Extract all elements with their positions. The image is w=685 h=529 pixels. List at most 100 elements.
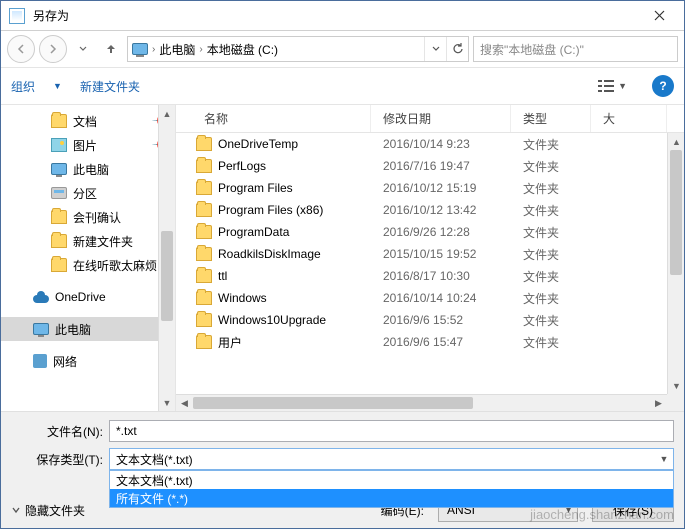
folder-icon xyxy=(196,137,212,151)
col-type[interactable]: 类型 xyxy=(511,105,591,132)
tree-documents[interactable]: 文档📌 xyxy=(1,109,175,133)
tree-pictures[interactable]: 图片📌 xyxy=(1,133,175,157)
close-button[interactable] xyxy=(637,2,682,30)
app-icon xyxy=(9,8,25,24)
table-row[interactable]: PerfLogs2016/7/16 19:47文件夹 xyxy=(176,155,684,177)
window-title: 另存为 xyxy=(33,7,637,24)
col-name[interactable]: 名称 xyxy=(176,105,371,132)
folder-icon xyxy=(51,114,67,128)
table-row[interactable]: Program Files2016/10/12 15:19文件夹 xyxy=(176,177,684,199)
drive-icon xyxy=(51,187,67,199)
table-row[interactable]: Program Files (x86)2016/10/12 13:42文件夹 xyxy=(176,199,684,221)
back-button[interactable] xyxy=(7,35,35,63)
titlebar: 另存为 xyxy=(1,1,684,31)
chevron-down-icon xyxy=(11,505,21,515)
scroll-right-icon[interactable]: ▶ xyxy=(650,395,667,411)
scroll-thumb[interactable] xyxy=(193,397,473,409)
table-row[interactable]: RoadkilsDiskImage2015/10/15 19:52文件夹 xyxy=(176,243,684,265)
scroll-corner xyxy=(667,394,684,411)
scroll-up-icon[interactable]: ▲ xyxy=(668,133,684,150)
crumb-root[interactable]: 此电脑 xyxy=(159,41,195,58)
folder-icon xyxy=(196,225,212,239)
scroll-up-icon[interactable]: ▲ xyxy=(159,105,175,122)
save-as-dialog: 另存为 › 此电脑 › 本地磁盘 (C:) 搜索"本地磁盘 (C:)" 组织 ▼… xyxy=(0,0,685,529)
folder-icon xyxy=(196,269,212,283)
folder-icon xyxy=(196,181,212,195)
navigation-tree: 文档📌 图片📌 此电脑 分区 会刊确认 新建文件夹 在线听歌太麻烦 OneDri… xyxy=(1,105,176,411)
new-folder-button[interactable]: 新建文件夹 xyxy=(80,78,140,95)
file-scrollbar-h[interactable]: ◀ ▶ xyxy=(176,394,667,411)
column-headers: 名称 修改日期 类型 大 xyxy=(176,105,684,133)
pc-icon xyxy=(33,323,49,335)
filetype-option-all[interactable]: 所有文件 (*.*) xyxy=(110,489,673,507)
address-bar: › 此电脑 › 本地磁盘 (C:) 搜索"本地磁盘 (C:)" xyxy=(1,31,684,67)
file-list-pane: 名称 修改日期 类型 大 OneDriveTemp2016/10/14 9:23… xyxy=(176,105,684,411)
filename-label: 文件名(N): xyxy=(11,423,103,440)
table-row[interactable]: 用户2016/9/6 15:47文件夹 xyxy=(176,331,684,353)
folder-icon xyxy=(196,159,212,173)
up-button[interactable] xyxy=(99,37,123,61)
folder-icon xyxy=(196,203,212,217)
scroll-down-icon[interactable]: ▼ xyxy=(159,394,175,411)
breadcrumb[interactable]: › 此电脑 › 本地磁盘 (C:) xyxy=(127,36,469,62)
refresh-button[interactable] xyxy=(446,37,468,61)
address-dropdown[interactable] xyxy=(424,37,446,61)
file-list: OneDriveTemp2016/10/14 9:23文件夹PerfLogs20… xyxy=(176,133,684,411)
view-options[interactable]: ▼ xyxy=(591,77,634,95)
table-row[interactable]: Windows10Upgrade2016/9/6 15:52文件夹 xyxy=(176,309,684,331)
scroll-left-icon[interactable]: ◀ xyxy=(176,395,193,411)
folder-icon xyxy=(51,234,67,248)
organize-dropdown-icon[interactable]: ▼ xyxy=(53,81,62,91)
bottom-panel: 文件名(N): *.txt 保存类型(T): 文本文档(*.txt) ▼ 文本文… xyxy=(1,411,684,528)
filename-input[interactable]: *.txt xyxy=(109,420,674,442)
file-scrollbar-v[interactable]: ▲ ▼ xyxy=(667,133,684,394)
tree-network[interactable]: 网络 xyxy=(1,349,175,373)
filetype-dropdown: 文本文档(*.txt) 所有文件 (*.*) xyxy=(109,470,674,508)
filetype-combo[interactable]: 文本文档(*.txt) ▼ 文本文档(*.txt) 所有文件 (*.*) xyxy=(109,448,674,470)
table-row[interactable]: ProgramData2016/9/26 12:28文件夹 xyxy=(176,221,684,243)
tree-scrollbar[interactable]: ▲ ▼ xyxy=(158,105,175,411)
scroll-down-icon[interactable]: ▼ xyxy=(668,377,684,394)
tree-onedrive[interactable]: OneDrive xyxy=(1,285,175,309)
folder-icon xyxy=(196,313,212,327)
folder-icon xyxy=(51,258,67,272)
search-placeholder: 搜索"本地磁盘 (C:)" xyxy=(480,41,584,58)
pc-icon xyxy=(51,163,67,175)
crumb-drive[interactable]: 本地磁盘 (C:) xyxy=(207,41,278,58)
folder-icon xyxy=(196,291,212,305)
toolbar: 组织 ▼ 新建文件夹 ▼ ? xyxy=(1,67,684,105)
chevron-down-icon: ▼ xyxy=(655,449,673,469)
pc-icon xyxy=(132,43,148,55)
hide-folders-toggle[interactable]: 隐藏文件夹 xyxy=(11,502,85,519)
scroll-thumb[interactable] xyxy=(161,231,173,321)
table-row[interactable]: Windows2016/10/14 10:24文件夹 xyxy=(176,287,684,309)
folder-icon xyxy=(51,210,67,224)
recent-dropdown[interactable] xyxy=(71,37,95,61)
help-button[interactable]: ? xyxy=(652,75,674,97)
chevron-right-icon: › xyxy=(199,44,202,55)
scroll-thumb[interactable] xyxy=(670,150,682,275)
pictures-icon xyxy=(51,138,67,152)
main-area: 文档📌 图片📌 此电脑 分区 会刊确认 新建文件夹 在线听歌太麻烦 OneDri… xyxy=(1,105,684,411)
folder-icon xyxy=(196,247,212,261)
filetype-label: 保存类型(T): xyxy=(11,451,103,468)
tree-folder-hk[interactable]: 会刊确认 xyxy=(1,205,175,229)
tree-this-pc-main[interactable]: 此电脑 xyxy=(1,317,175,341)
list-view-icon xyxy=(598,80,614,92)
tree-this-pc[interactable]: 此电脑 xyxy=(1,157,175,181)
organize-menu[interactable]: 组织 xyxy=(11,78,35,95)
folder-icon xyxy=(196,335,212,349)
col-date[interactable]: 修改日期 xyxy=(371,105,511,132)
filetype-option-txt[interactable]: 文本文档(*.txt) xyxy=(110,471,673,489)
tree-online[interactable]: 在线听歌太麻烦 xyxy=(1,253,175,277)
tree-partition[interactable]: 分区 xyxy=(1,181,175,205)
table-row[interactable]: OneDriveTemp2016/10/14 9:23文件夹 xyxy=(176,133,684,155)
onedrive-icon xyxy=(33,291,49,303)
network-icon xyxy=(33,354,47,368)
forward-button[interactable] xyxy=(39,35,67,63)
search-input[interactable]: 搜索"本地磁盘 (C:)" xyxy=(473,36,678,62)
col-size[interactable]: 大 xyxy=(591,105,667,132)
tree-new-folder[interactable]: 新建文件夹 xyxy=(1,229,175,253)
chevron-right-icon: › xyxy=(152,44,155,55)
table-row[interactable]: ttl2016/8/17 10:30文件夹 xyxy=(176,265,684,287)
